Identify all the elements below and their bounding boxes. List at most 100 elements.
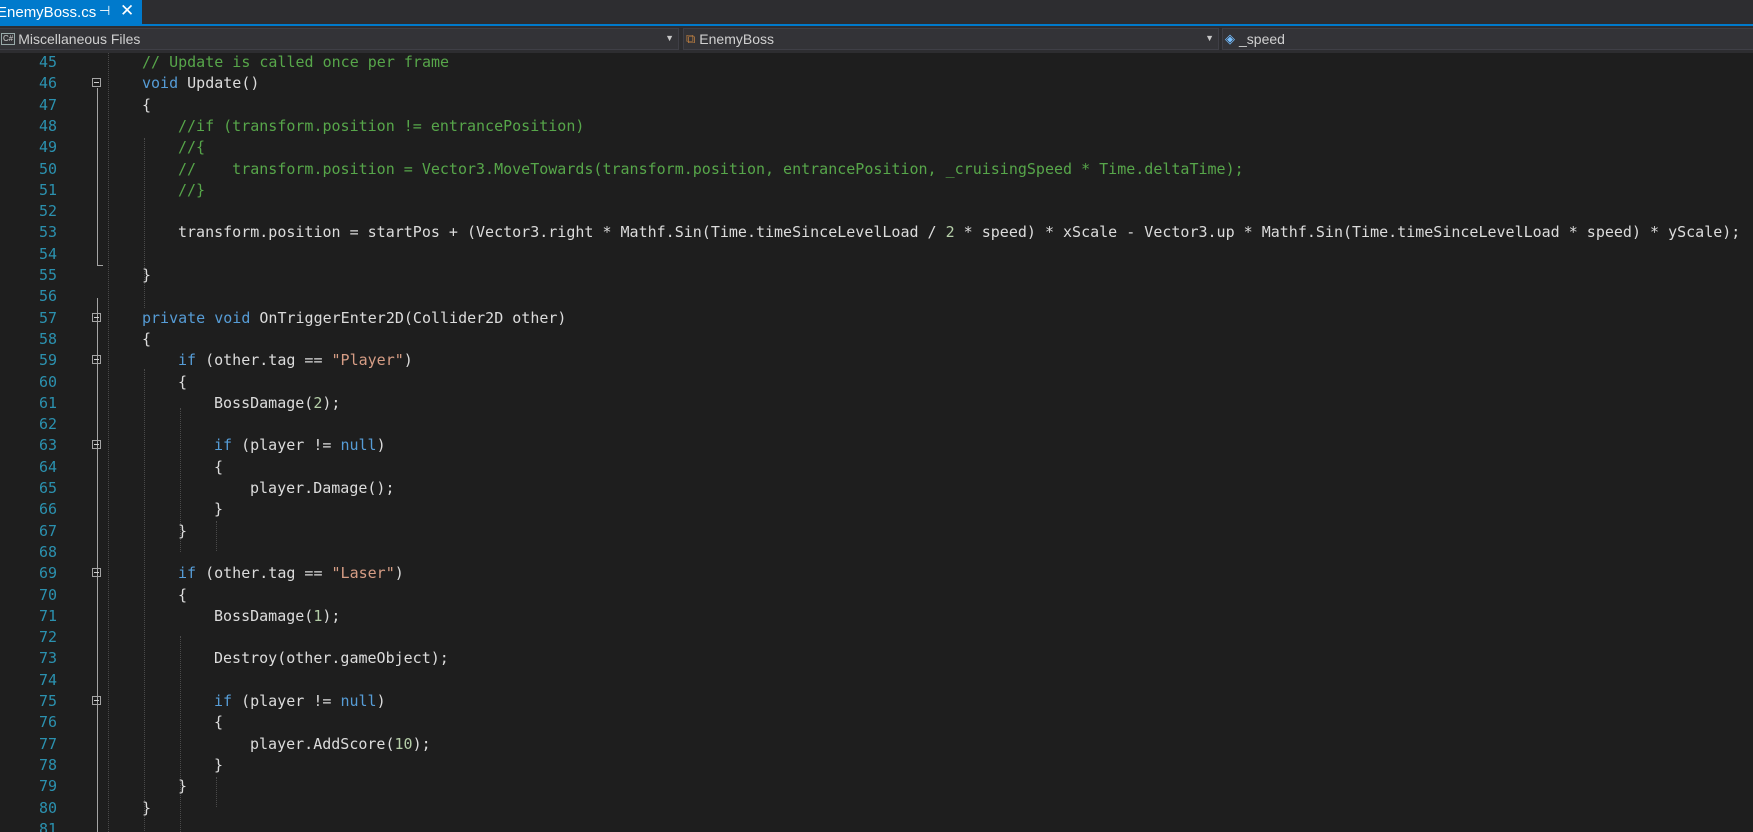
code-line[interactable]: 51 //} (0, 180, 1753, 201)
code-token: (other.tag == (196, 564, 332, 583)
code-line[interactable]: 81 (0, 819, 1753, 832)
code-token: (other.tag == (196, 351, 332, 370)
code-line[interactable]: 45 // Update is called once per frame (0, 53, 1753, 73)
code-token: BossDamage( (214, 393, 314, 412)
code-text: { (178, 372, 187, 393)
code-line[interactable]: 63 if (player != null) (0, 435, 1753, 456)
code-line[interactable]: 50 // transform.position = Vector3.MoveTo… (0, 159, 1753, 180)
code-token: } (178, 777, 188, 796)
type-dropdown[interactable]: ⧉ EnemyBoss ▼ (683, 28, 1219, 50)
line-number: 68 (38, 542, 57, 561)
member-dropdown[interactable]: ◈ _speed (1222, 28, 1753, 50)
project-dropdown-label: Miscellaneous Files (18, 31, 141, 47)
line-number: 55 (38, 266, 57, 284)
code-line[interactable]: 54 (0, 244, 1753, 265)
line-number: 80 (38, 798, 57, 817)
code-line[interactable]: 48 //if (transform.position != entrancePo… (0, 116, 1753, 137)
line-number: 46 (38, 74, 57, 93)
tab-enemyboss-cs[interactable]: EnemyBoss.cs ⊣ ✕ (0, 0, 142, 24)
code-token: { (214, 713, 224, 732)
code-token: { (142, 329, 152, 348)
code-line[interactable]: 53 transform.position = startPos + (Vecto… (0, 222, 1753, 243)
code-line[interactable]: 69 if (other.tag == "Laser") (0, 563, 1753, 584)
line-number: 78 (38, 755, 57, 774)
code-text: void Update() (142, 73, 259, 94)
line-number: 76 (38, 713, 57, 732)
code-line[interactable]: 61 BossDamage(2); (0, 393, 1753, 414)
close-icon[interactable]: ✕ (120, 1, 134, 21)
code-line[interactable]: 76 { (0, 712, 1753, 733)
code-token: } (214, 500, 224, 519)
code-line[interactable]: 46 void Update() (0, 73, 1753, 94)
code-line[interactable]: 57 private void OnTriggerEnter2D(Collider… (0, 308, 1753, 329)
code-line[interactable]: 79} (0, 776, 1753, 797)
collapse-icon[interactable] (92, 312, 101, 322)
code-token: transform.position = startPos + (Vector3… (178, 223, 946, 242)
code-line[interactable]: 71 BossDamage(1); (0, 606, 1753, 627)
code-line[interactable]: 58 { (0, 329, 1753, 350)
code-token: if (214, 436, 233, 455)
code-line[interactable]: 60 { (0, 372, 1753, 393)
code-line[interactable]: 66} (0, 499, 1753, 520)
project-dropdown[interactable]: C# Miscellaneous Files ▼ (0, 28, 679, 50)
code-line[interactable]: 72 (0, 627, 1753, 648)
code-line[interactable]: 64 { (0, 457, 1753, 478)
code-line[interactable]: 75 if (player != null) (0, 691, 1753, 712)
code-line[interactable]: 55} (0, 265, 1753, 286)
line-number: 49 (38, 138, 57, 157)
code-line[interactable]: 80} (0, 798, 1753, 819)
code-token: { (142, 95, 152, 114)
pin-icon[interactable]: ⊣ (99, 3, 110, 19)
code-text: // transform.position = Vector3.MoveTowa… (178, 159, 1244, 180)
code-line[interactable]: 49 //{ (0, 137, 1753, 158)
collapse-icon[interactable] (92, 78, 101, 88)
csharp-file-icon: C# (1, 33, 16, 45)
line-number: 65 (38, 479, 57, 497)
code-line[interactable]: 65 player.Damage(); (0, 478, 1753, 499)
code-token: ) (403, 351, 413, 370)
code-line[interactable]: 47 { (0, 95, 1753, 116)
code-text: { (178, 585, 187, 606)
code-token: } (142, 798, 152, 817)
code-token: if (214, 692, 233, 710)
code-line[interactable]: 68 (0, 542, 1753, 563)
code-line[interactable]: 62 (0, 414, 1753, 435)
code-line[interactable]: 67} (0, 521, 1753, 542)
collapse-icon[interactable] (92, 355, 101, 365)
chevron-down-icon: ▼ (1205, 33, 1214, 43)
code-line[interactable]: 70 { (0, 585, 1753, 606)
code-text: if (player != null) (214, 691, 386, 712)
code-line[interactable]: 56 (0, 286, 1753, 307)
code-line[interactable]: 73 Destroy(other.gameObject); (0, 648, 1753, 669)
collapse-icon[interactable] (92, 440, 101, 450)
code-token: //{ (178, 138, 206, 157)
code-line[interactable]: 59 if (other.tag == "Player") (0, 350, 1753, 371)
collapse-icon[interactable] (92, 696, 101, 705)
code-line[interactable]: 78} (0, 755, 1753, 776)
code-token: //if (transform.position != entrancePosi… (178, 116, 585, 135)
code-token: * speed) * xScale - Vector3.up * Mathf.S… (954, 223, 1741, 242)
document-tab-strip: EnemyBoss.cs ⊣ ✕ (0, 0, 1753, 26)
code-text: player.Damage(); (250, 478, 395, 499)
line-number: 79 (38, 777, 57, 796)
code-token: if (178, 564, 197, 583)
code-text: } (142, 798, 151, 819)
code-line[interactable]: 77 player.AddScore(10); (0, 734, 1753, 755)
code-token: } (214, 755, 224, 774)
line-number: 75 (38, 692, 57, 710)
code-text: } (178, 521, 187, 542)
code-token: null (340, 436, 377, 455)
code-token: 10 (394, 734, 413, 753)
code-token: } (142, 266, 152, 284)
code-token: 2 (945, 223, 955, 242)
code-text: { (142, 95, 151, 116)
collapse-icon[interactable] (92, 568, 101, 578)
code-line[interactable]: 74 (0, 670, 1753, 691)
line-number: 56 (38, 287, 57, 306)
code-token: //} (178, 180, 206, 199)
code-text: } (214, 499, 223, 520)
code-editor[interactable]: 45 // Update is called once per frame 46 vo… (0, 53, 1753, 832)
line-number: 70 (38, 585, 57, 604)
code-line[interactable]: 52 (0, 201, 1753, 222)
chevron-down-icon: ▼ (665, 33, 674, 43)
